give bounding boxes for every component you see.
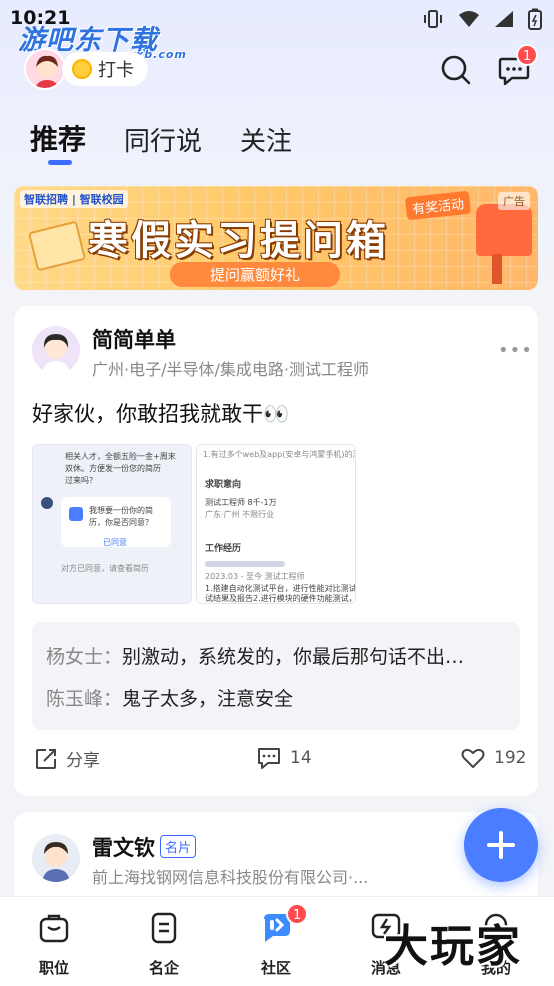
img2-job: 测试工程师 8千-1万 <box>205 498 277 507</box>
comment-count: 14 <box>290 748 312 768</box>
mailbox-icon <box>476 204 532 256</box>
comment-item: 杨女士：别激动，系统发的，你最后那句话不出… <box>46 642 506 669</box>
img2-loc: 广东·广州 不限行业 <box>205 510 275 519</box>
img2-section2: 工作经历 <box>205 544 242 554</box>
img1-line4: 我想要一份你的简 <box>89 506 153 515</box>
comment-icon <box>258 748 280 769</box>
nav-community-label: 社区 <box>260 959 291 977</box>
img2-line1: 1.有过多个web及app(安卓与鸿蒙手机)的测试经验 <box>203 450 355 459</box>
author-title: 前上海找钢网信息科技股份有限公司·... <box>92 868 369 887</box>
share-button[interactable]: 分享 <box>34 746 100 771</box>
post-actions: 分享 14 192 <box>14 746 538 776</box>
tab-peers-label: 同行说 <box>124 127 203 157</box>
active-tab-indicator <box>48 160 72 165</box>
ad-label: 广告 <box>498 192 530 210</box>
comment-author: 陈玉峰： <box>46 688 123 710</box>
img1-avatar <box>41 497 53 509</box>
tab-recommend-label: 推荐 <box>30 123 87 156</box>
comment-item: 陈玉峰：鬼子太多，注意安全 <box>46 684 506 711</box>
watermark-bottom: 大玩家 <box>384 921 522 972</box>
img1-line3: 过来吗？ <box>65 476 97 485</box>
tab-following-label: 关注 <box>240 127 293 157</box>
company-icon <box>151 912 177 944</box>
img2-section1: 求职意向 <box>205 480 242 490</box>
nav-jobs-label: 职位 <box>38 959 69 977</box>
comment-author: 杨女士： <box>46 646 123 668</box>
vibrate-icon <box>424 10 442 28</box>
comment-text: 鬼子太多，注意安全 <box>122 688 294 710</box>
comment-text: 别激动，系统发的，你最后那句话不出… <box>122 646 465 668</box>
img1-doc-icon <box>69 507 83 521</box>
banner-subtitle: 提问赢额好礼 <box>170 262 341 287</box>
briefcase-icon <box>39 914 69 943</box>
img1-line6: 已同意 <box>103 538 127 547</box>
status-icons <box>422 8 542 30</box>
tab-following[interactable]: 关注 <box>240 121 292 158</box>
post-image-1[interactable]: 相关人才，全额五险一金+周末 双休。方便发一份您的简历 过来吗？ 我想要一份你的… <box>32 444 192 604</box>
heart-icon <box>461 748 485 768</box>
wifi-icon <box>459 11 479 27</box>
img2-date: 2023.03 - 至今 测试工程师 <box>205 572 305 581</box>
create-post-button[interactable] <box>464 808 538 882</box>
author-avatar-illustration <box>32 834 80 882</box>
author-avatar-illustration <box>32 326 80 374</box>
img1-line2: 双休。方便发一份您的简历 <box>65 464 161 473</box>
checkin-label: 打卡 <box>98 60 134 81</box>
message-button[interactable]: 1 <box>498 44 539 86</box>
nav-companies-label: 名企 <box>148 959 179 977</box>
banner-brand: 智联招聘 | 智联校园 <box>20 190 128 208</box>
nav-community[interactable]: 社区 1 <box>246 903 309 978</box>
author-avatar[interactable] <box>32 326 80 374</box>
post-card[interactable]: 简简单单 广州·电子/半导体/集成电路·测试工程师 ••• 好家伙，你敢招我就敢… <box>14 306 538 796</box>
img1-line7: 对方已同意，请查看简历 <box>61 564 149 573</box>
battery-icon <box>528 8 542 30</box>
author-title: 广州·电子/半导体/集成电路·测试工程师 <box>92 360 369 379</box>
post-text: 好家伙，你敢招我就敢干👀 <box>32 402 290 426</box>
author-name[interactable]: 雷文钦 <box>92 832 155 862</box>
community-badge: 1 <box>286 903 309 925</box>
banner-title: 寒假实习提问箱 <box>88 218 389 264</box>
comment-preview[interactable]: 杨女士：别激动，系统发的，你最后那句话不出… 陈玉峰：鬼子太多，注意安全 <box>32 622 520 730</box>
promo-banner[interactable]: 智联招聘 | 智联校园 寒假实习提问箱 有奖活动 提问赢额好礼 广告 <box>14 186 538 290</box>
img2-desc2: 试结果及报告2.进行模块的硬件功能测试，输出测 <box>205 594 356 603</box>
like-count: 192 <box>494 748 527 768</box>
share-label: 分享 <box>66 751 100 771</box>
feed-tabs: 推荐 同行说 关注 <box>30 118 292 165</box>
tab-recommend[interactable]: 推荐 <box>30 118 87 165</box>
search-button[interactable] <box>440 54 472 86</box>
nav-jobs[interactable]: 职位 <box>24 911 84 978</box>
more-options-icon[interactable]: ••• <box>498 340 533 361</box>
author-name[interactable]: 简简单单 <box>92 324 176 354</box>
user-avatar[interactable] <box>24 48 66 90</box>
img1-line5: 历，你是否同意？ <box>89 518 153 527</box>
mailbox-post <box>492 254 502 284</box>
img1-line1: 相关人才，全额五险一金+周末 <box>65 452 176 461</box>
checkin-button[interactable]: 打卡 <box>62 52 148 86</box>
business-card-tag[interactable]: 名片 <box>160 835 197 858</box>
author-avatar[interactable] <box>32 834 80 882</box>
share-icon <box>36 748 56 769</box>
img2-redacted <box>205 561 285 567</box>
coin-icon <box>72 59 92 79</box>
search-icon <box>441 55 471 85</box>
comment-button[interactable]: 14 <box>256 746 312 770</box>
nav-companies[interactable]: 名企 <box>134 911 194 978</box>
tab-peers[interactable]: 同行说 <box>124 121 202 158</box>
like-button[interactable]: 192 <box>460 746 526 770</box>
signal-icon <box>495 11 513 27</box>
post-image-2[interactable]: 1.有过多个web及app(安卓与鸿蒙手机)的测试经验 求职意向 测试工程师 8… <box>196 444 356 604</box>
